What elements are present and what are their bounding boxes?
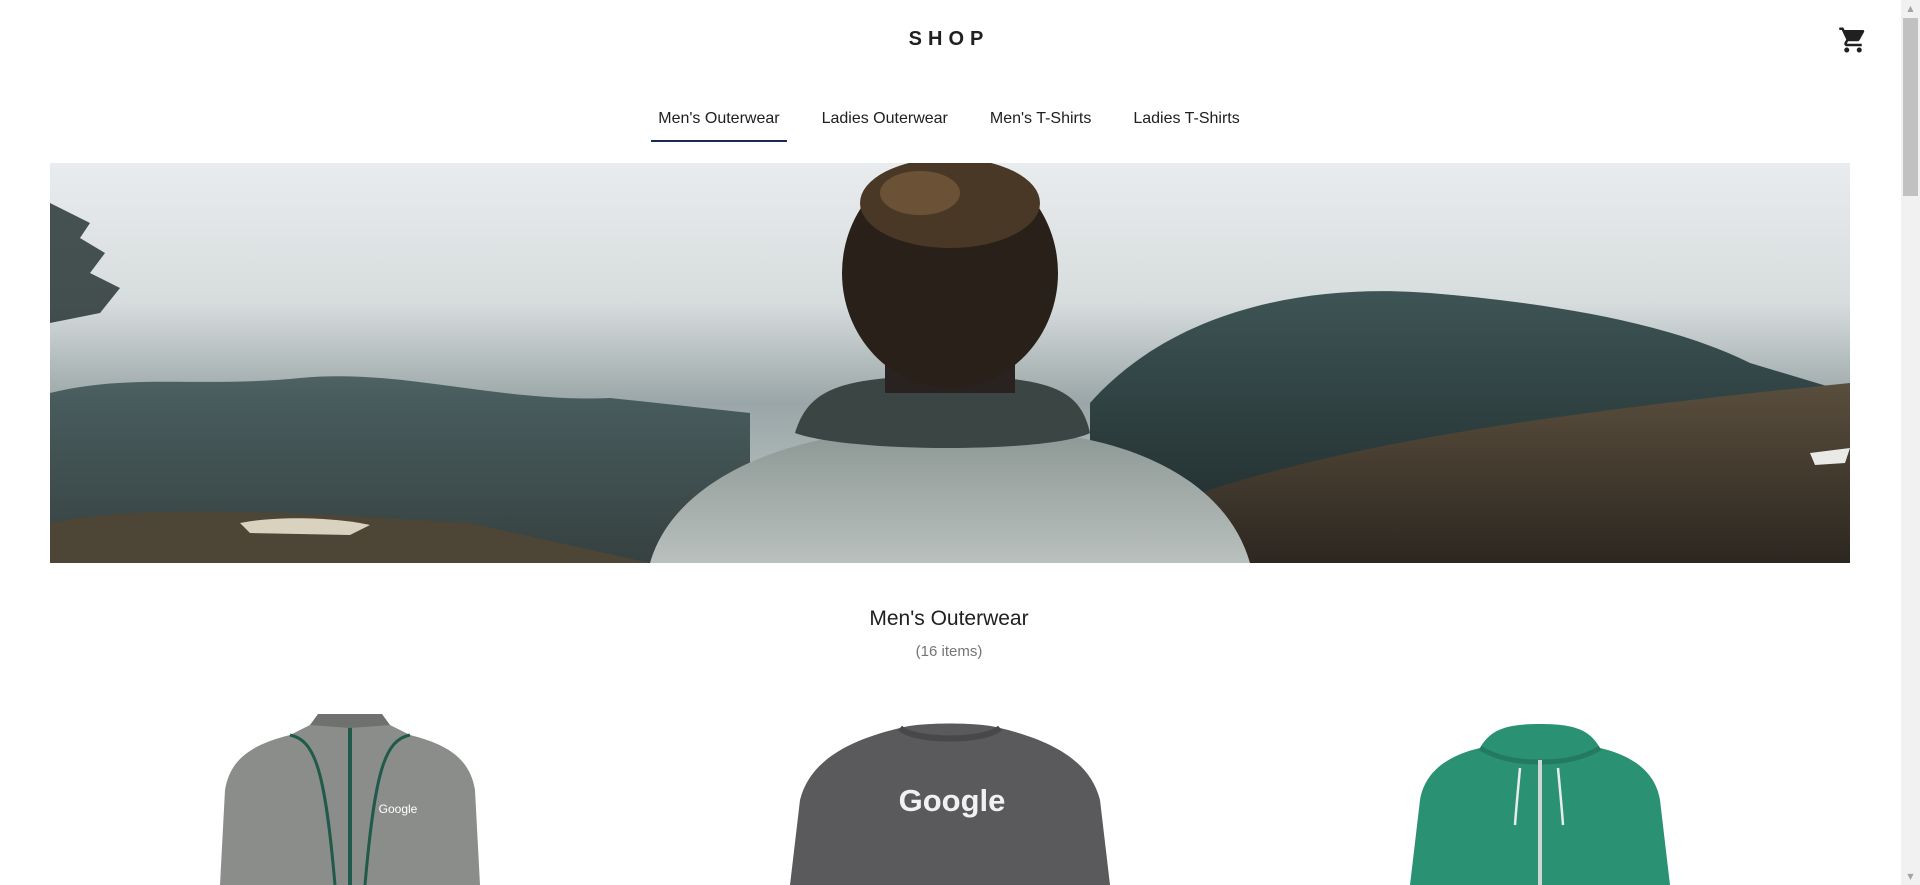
product-grid: Google Google [0,700,1901,885]
category-item-count: (16 items) [915,643,983,660]
product-card[interactable] [1330,700,1750,885]
dark-gray-sweatshirt-image: Google [790,723,1110,885]
category-tabs: Men's Outerwear Ladies Outerwear Men's T… [0,108,1898,142]
scroll-up-arrow-icon[interactable]: ▲ [1901,0,1920,17]
green-zip-hoodie-image [1410,724,1670,885]
vertical-scrollbar[interactable]: ▲ ▼ [1901,0,1920,885]
scroll-down-arrow-icon[interactable]: ▼ [1901,868,1920,885]
shop-page: SHOP Men's Outerwear Ladies Outerwear Me… [0,0,1901,885]
product-card[interactable]: Google [140,700,560,885]
category-title: Men's Outerwear [869,607,1029,630]
product-logo-text: Google [379,802,418,816]
shopping-cart-icon[interactable] [1838,25,1868,55]
product-card[interactable]: Google [740,700,1160,885]
tab-ladies-outerwear[interactable]: Ladies Outerwear [815,108,955,142]
gray-zip-jacket-image: Google [220,714,480,885]
tab-ladies-tshirts[interactable]: Ladies T-Shirts [1126,108,1246,142]
tab-mens-outerwear[interactable]: Men's Outerwear [651,108,787,142]
hero-image [50,163,1850,563]
product-logo-text: Google [899,783,1006,818]
app-header: SHOP [0,0,1901,80]
tab-mens-tshirts[interactable]: Men's T-Shirts [983,108,1098,142]
scrollbar-thumb[interactable] [1903,18,1918,196]
shop-logo[interactable]: SHOP [0,28,1898,51]
